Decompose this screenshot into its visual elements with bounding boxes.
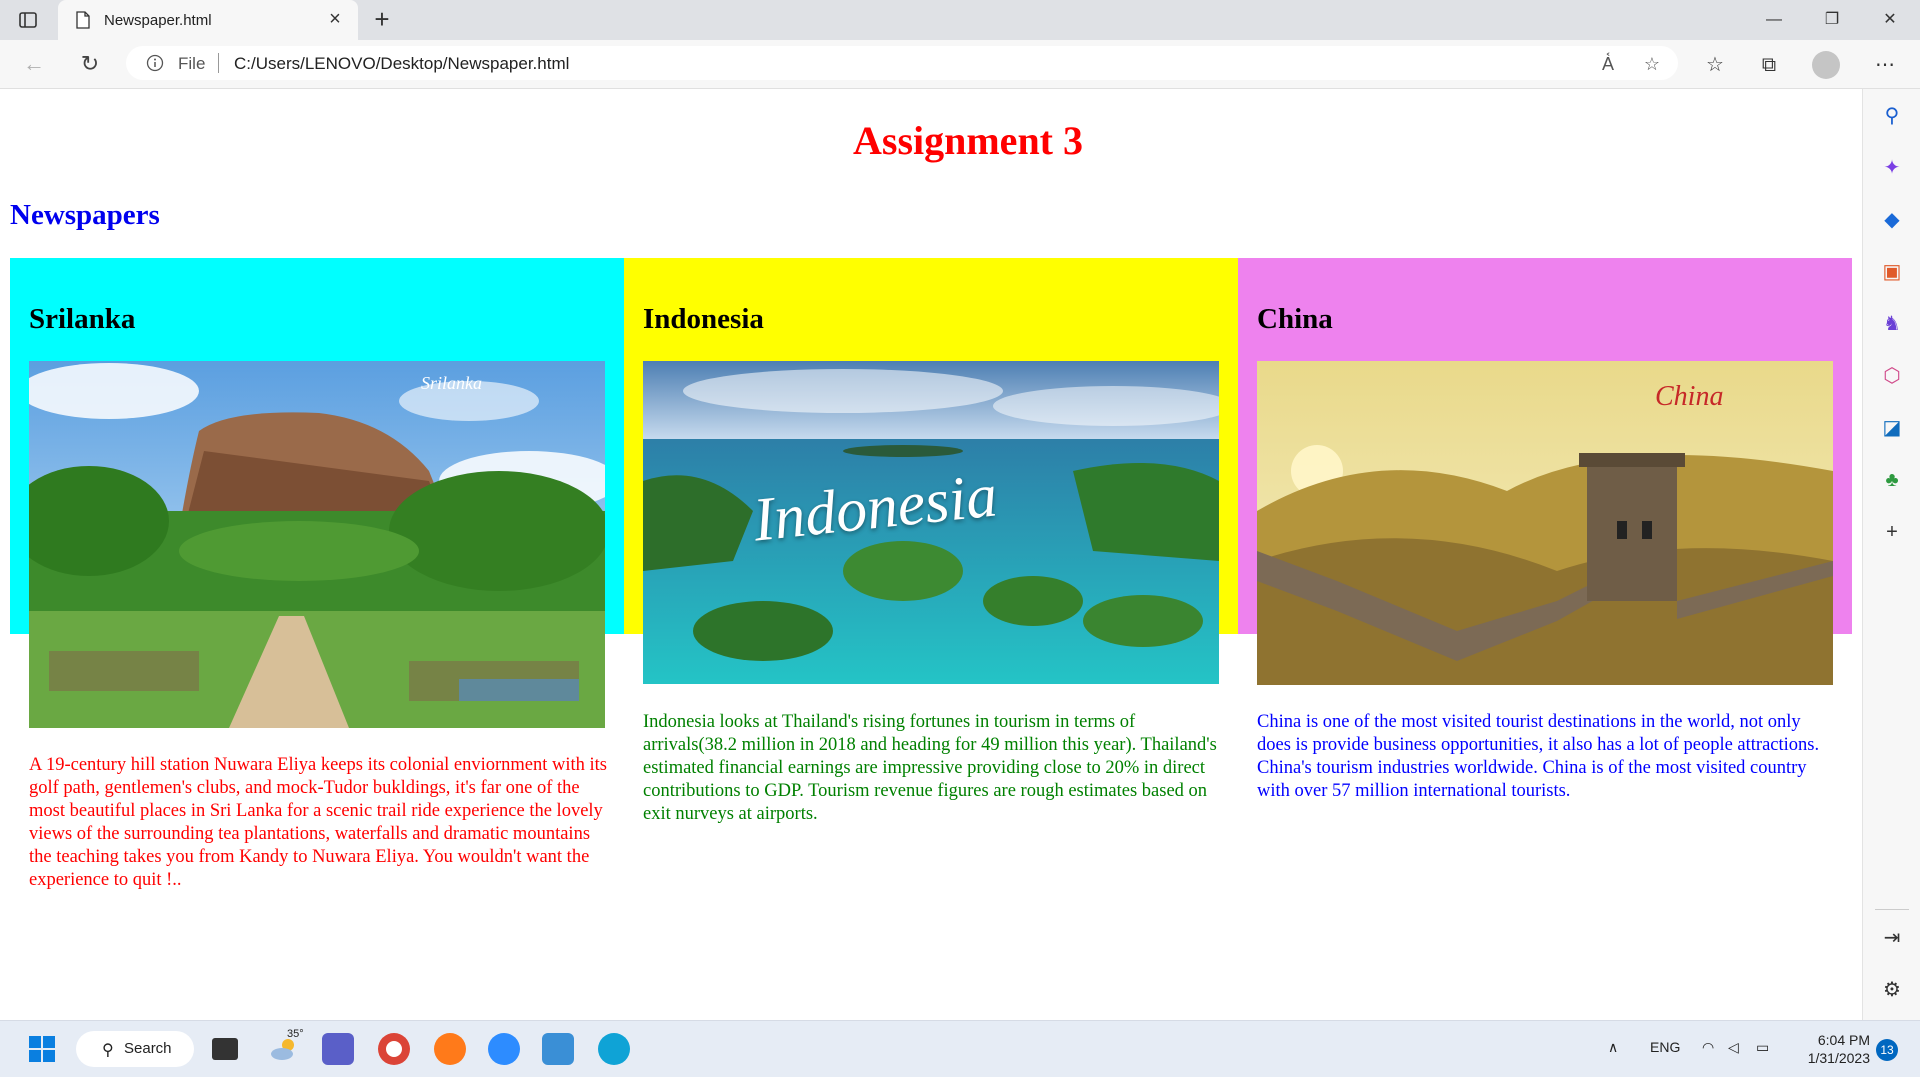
china-image-caption: China (1655, 381, 1724, 412)
edge-sidebar: ⚲ ✦ ◆ ▣ ♞ ⬡ ◪ ♣ + ⇥ ⚙ (1862, 89, 1920, 1020)
wifi-icon[interactable]: ◠ (1702, 1039, 1714, 1056)
start-icon[interactable] (26, 1033, 58, 1065)
shopping-icon[interactable]: ◆ (1879, 207, 1905, 233)
back-icon[interactable]: ← (20, 50, 48, 78)
china-photo: China (1257, 361, 1833, 685)
page-content: Assignment 3 Newspapers Srilanka Indones… (0, 89, 1861, 1020)
refresh-icon[interactable]: ↻ (76, 50, 104, 78)
task-view-icon[interactable] (212, 1038, 238, 1060)
more-icon[interactable]: ⋯ (1870, 50, 1900, 80)
office-icon[interactable]: ⬡ (1879, 363, 1905, 389)
china-heading: China (1257, 303, 1333, 335)
notification-badge[interactable]: 13 (1876, 1039, 1898, 1061)
hide-sidebar-icon[interactable]: ⇥ (1879, 925, 1905, 951)
taskbar-search[interactable]: ⚲ Search (76, 1031, 194, 1067)
tab-strip: Newspaper.html × + — ❐ ✕ (0, 0, 1920, 40)
volume-icon[interactable]: ◁ (1728, 1039, 1739, 1056)
games-icon[interactable]: ♞ (1879, 311, 1905, 337)
favorites-icon[interactable]: ☆ (1700, 50, 1730, 80)
add-favorite-icon[interactable]: ☆ (1640, 52, 1664, 76)
divider (218, 53, 219, 73)
search-icon[interactable]: ⚲ (1879, 103, 1905, 129)
divider (1875, 909, 1909, 910)
tab-actions-icon[interactable] (18, 10, 38, 30)
close-tab-button[interactable]: × (324, 8, 346, 30)
tools-icon[interactable]: ▣ (1879, 259, 1905, 285)
collections-icon[interactable]: ⧉ (1754, 50, 1784, 80)
minimize-button[interactable]: — (1754, 6, 1794, 34)
zoom-icon[interactable] (488, 1033, 520, 1065)
page-title: Assignment 3 (852, 118, 1084, 163)
indonesia-photo: Indonesia (643, 361, 1219, 684)
clock-date: 1/31/2023 (1807, 1050, 1870, 1066)
settings-icon[interactable]: ⚙ (1879, 977, 1905, 1003)
chrome-icon[interactable] (378, 1033, 410, 1065)
toolbar: ← ↻ File C:/Users/LENOVO/Desktop/Newspap… (0, 40, 1920, 89)
scheme-label: File (178, 54, 206, 73)
clock[interactable]: 6:04 PM 1/31/2023 (1780, 1031, 1870, 1067)
taskbar: ⚲ Search 35° ∧ ENG ◠ ◁ ▭ 6:04 PM 1/31/20… (0, 1020, 1920, 1077)
store-icon[interactable] (542, 1033, 574, 1065)
indonesia-description: Indonesia looks at Thailand's rising for… (643, 712, 1217, 824)
tree-icon[interactable]: ♣ (1879, 467, 1905, 493)
srilanka-heading: Srilanka (29, 303, 136, 335)
document-icon (76, 11, 90, 29)
edge-icon[interactable] (598, 1033, 630, 1065)
srilanka-photo: Srilanka (29, 361, 605, 728)
teams-icon[interactable] (322, 1033, 354, 1065)
srilanka-description: A 19-century hill station Nuwara Eliya k… (29, 755, 608, 890)
search-icon: ⚲ (102, 1042, 114, 1059)
language-indicator[interactable]: ENG (1650, 1039, 1680, 1055)
section-title: Newspapers (10, 199, 160, 231)
close-window-button[interactable]: ✕ (1870, 6, 1910, 34)
new-tab-button[interactable]: + (368, 6, 396, 34)
search-label: Search (124, 1040, 172, 1057)
chevron-up-icon[interactable]: ∧ (1608, 1039, 1618, 1056)
weather-temperature: 35° (287, 1028, 304, 1040)
url-text[interactable]: C:/Users/LENOVO/Desktop/Newspaper.html (234, 54, 569, 74)
indonesia-heading: Indonesia (643, 303, 764, 335)
add-icon[interactable]: + (1879, 519, 1905, 545)
address-bar[interactable]: File C:/Users/LENOVO/Desktop/Newspaper.h… (126, 46, 1678, 80)
outlook-icon[interactable]: ◪ (1879, 415, 1905, 441)
copilot-icon[interactable]: ✦ (1879, 155, 1905, 181)
profile-icon[interactable] (1812, 51, 1840, 79)
browser-tab[interactable]: Newspaper.html × (58, 0, 358, 40)
info-icon[interactable] (146, 54, 164, 72)
srilanka-image-caption: Srilanka (421, 373, 482, 393)
tab-title: Newspaper.html (104, 12, 212, 29)
restore-button[interactable]: ❐ (1812, 6, 1852, 34)
clock-time: 6:04 PM (1817, 1032, 1870, 1048)
battery-icon[interactable]: ▭ (1756, 1039, 1769, 1056)
read-aloud-icon[interactable]: A᷾ (1596, 52, 1620, 76)
firefox-icon[interactable] (434, 1033, 466, 1065)
china-description: China is one of the most visited tourist… (1257, 712, 1820, 801)
